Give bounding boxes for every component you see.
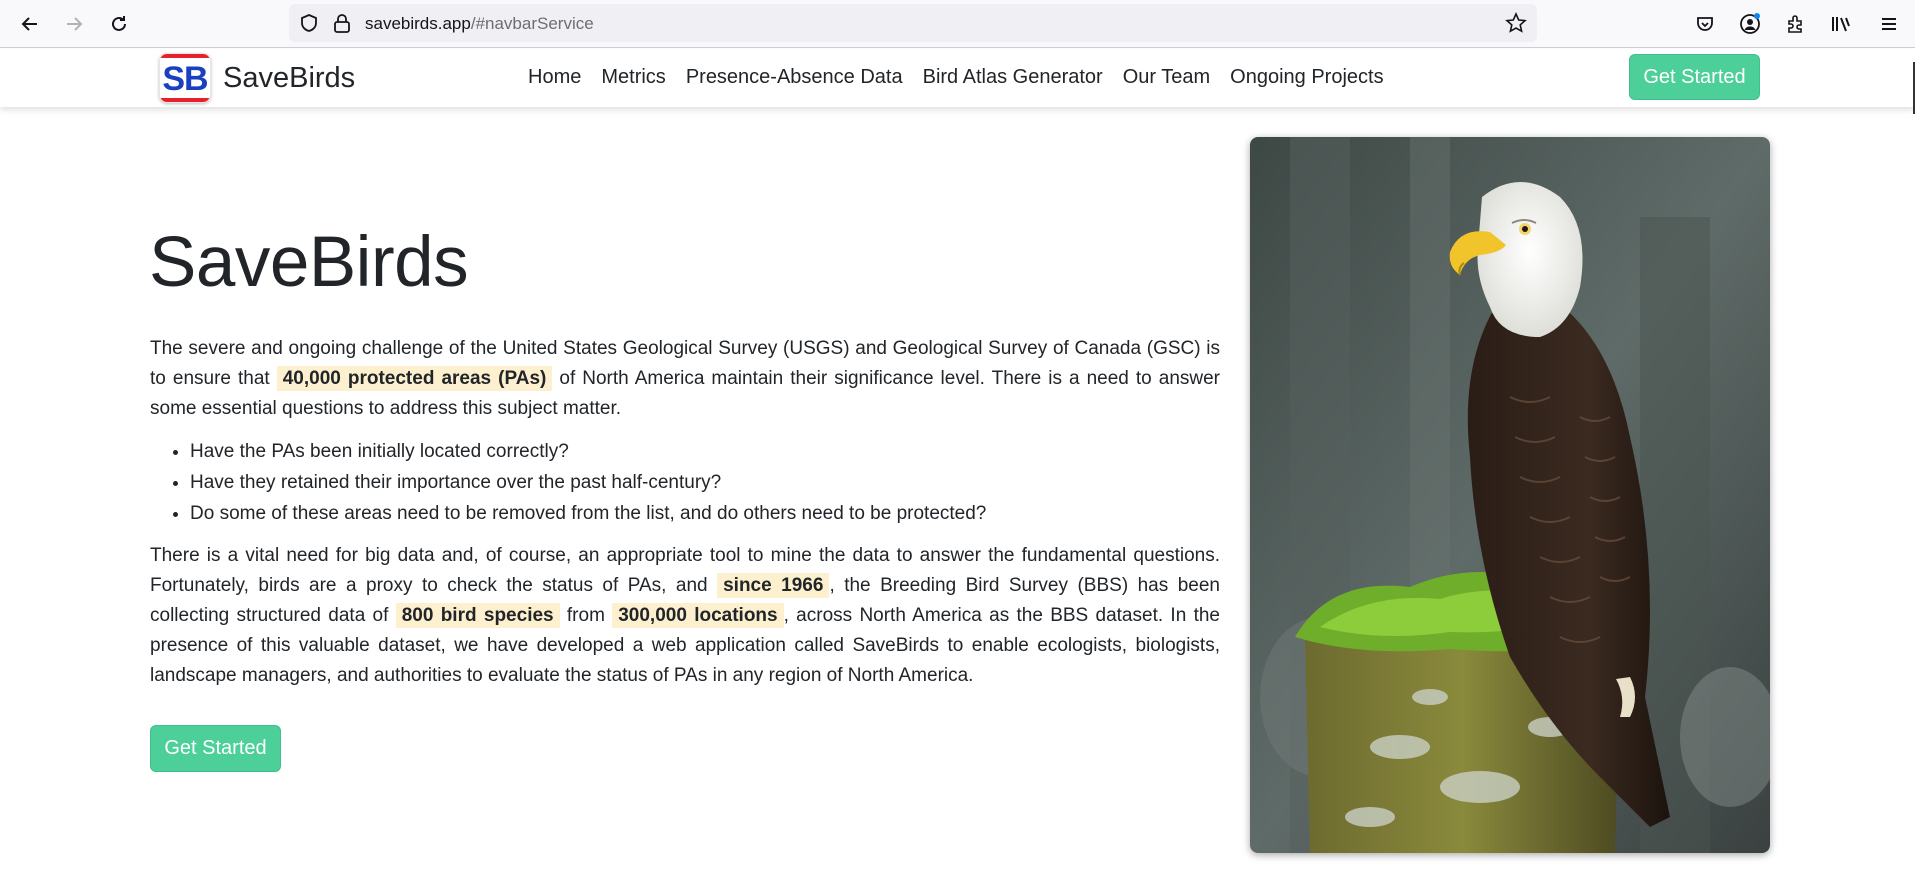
highlight-protected-areas: 40,000 protected areas (PAs) (276, 366, 553, 391)
list-item: Have the PAs been initially located corr… (190, 436, 1220, 467)
address-bar[interactable]: savebirds.app/#navbarService (289, 4, 1537, 42)
extensions-icon[interactable] (1782, 11, 1808, 37)
shield-icon[interactable] (299, 13, 319, 38)
browser-toolbar: savebirds.app/#navbarService (0, 0, 1915, 48)
nav-item-bird-atlas-generator[interactable]: Bird Atlas Generator (923, 66, 1103, 89)
highlight-locations: 300,000 locations (612, 603, 784, 628)
details-paragraph: There is a vital need for big data and, … (150, 545, 1220, 686)
nav-item-ongoing-projects[interactable]: Ongoing Projects (1230, 66, 1383, 89)
list-item: Do some of these areas need to be remove… (190, 498, 1220, 529)
questions-list: Have the PAs been initially located corr… (190, 436, 1220, 529)
lock-icon[interactable] (333, 13, 351, 38)
library-icon[interactable] (1828, 11, 1854, 37)
intro-paragraph: The severe and ongoing challenge of the … (150, 338, 1221, 419)
pocket-icon[interactable] (1692, 11, 1718, 37)
nav-item-metrics[interactable]: Metrics (601, 66, 665, 89)
menu-icon[interactable] (1876, 11, 1902, 37)
nav-menu: Home Metrics Presence-Absence Data Bird … (528, 66, 1384, 89)
bald-eagle-photo (1250, 137, 1770, 853)
nav-item-our-team[interactable]: Our Team (1123, 66, 1210, 89)
reload-icon[interactable] (105, 10, 133, 38)
nav-item-home[interactable]: Home (528, 66, 581, 89)
savebirds-logo[interactable]: SB (159, 53, 211, 103)
brand[interactable]: SB SaveBirds (159, 53, 355, 103)
hero-content: The severe and ongoing challenge of the … (150, 334, 1220, 691)
brand-name[interactable]: SaveBirds (223, 62, 355, 95)
bookmark-star-icon[interactable] (1505, 12, 1527, 39)
navbar-get-started-button[interactable]: Get Started (1629, 54, 1760, 100)
account-icon[interactable] (1737, 11, 1763, 37)
hero-get-started-button[interactable]: Get Started (150, 725, 281, 772)
site-navbar: SB SaveBirds Home Metrics Presence-Absen… (0, 49, 1915, 107)
back-icon[interactable] (16, 10, 44, 38)
hero-title: SaveBirds (149, 223, 469, 302)
list-item: Have they retained their importance over… (190, 467, 1220, 498)
url-text: savebirds.app/#navbarService (365, 14, 594, 33)
forward-icon[interactable] (60, 10, 88, 38)
nav-item-presence-absence-data[interactable]: Presence-Absence Data (686, 66, 903, 89)
highlight-bird-species: 800 bird species (395, 603, 560, 628)
highlight-since-1966: since 1966 (717, 573, 830, 598)
